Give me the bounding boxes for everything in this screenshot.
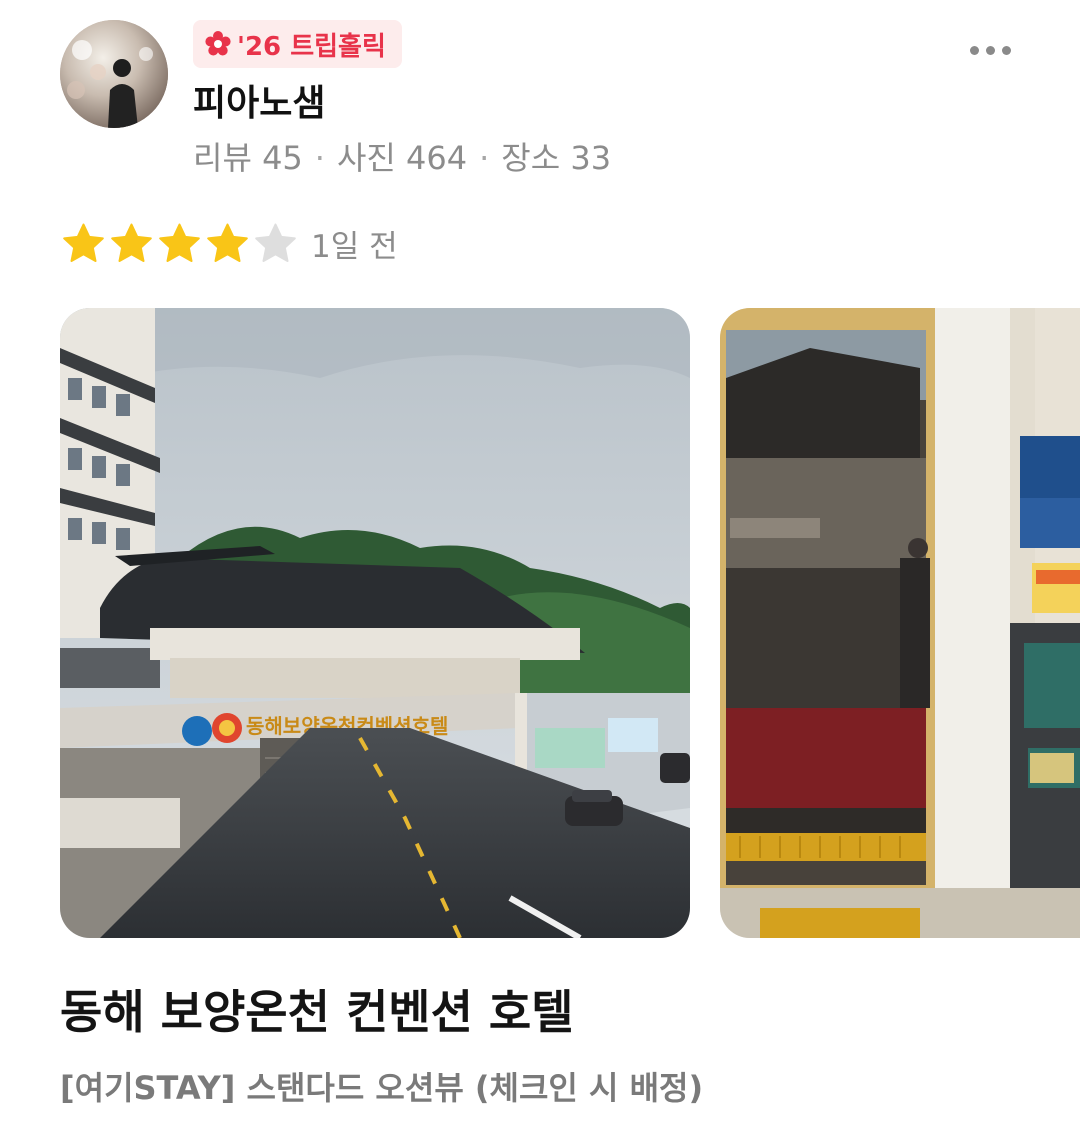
star-icon bbox=[158, 222, 201, 265]
more-dots-icon bbox=[985, 45, 995, 55]
badge-label: '26 트립홀릭 bbox=[237, 31, 386, 62]
star-icon bbox=[110, 222, 153, 265]
place-name[interactable]: 동해 보양온천 컨벤션 호텔 bbox=[60, 982, 574, 1042]
reviewer-name[interactable]: 피아노샘 bbox=[193, 80, 325, 128]
trip-holic-badge: '26 트립홀릭 bbox=[193, 20, 402, 68]
stat-reviews-label: 리뷰 bbox=[193, 139, 252, 177]
more-options-button[interactable] bbox=[958, 30, 1022, 70]
room-type: [여기STAY] 스탠다드 오션뷰 (체크인 시 배정) bbox=[60, 1069, 704, 1107]
review-photo-1[interactable]: 동해보양온천컨벤션호텔 bbox=[60, 308, 690, 938]
stat-places-value: 33 bbox=[570, 139, 612, 177]
star-icon bbox=[206, 222, 249, 265]
reviewer-stats: 리뷰 45 · 사진 464 · 장소 33 bbox=[193, 136, 611, 180]
review-photo-2[interactable] bbox=[720, 308, 1080, 938]
review-time: 1일 전 bbox=[311, 228, 398, 265]
stat-separator: · bbox=[314, 139, 325, 177]
stat-separator: · bbox=[479, 139, 490, 177]
review-rating: 1일 전 bbox=[62, 218, 398, 268]
reviewer-avatar[interactable] bbox=[60, 20, 168, 128]
flower-badge-icon bbox=[205, 31, 231, 57]
stat-photos-value: 464 bbox=[406, 139, 468, 177]
star-rating bbox=[62, 222, 297, 265]
more-dots-icon bbox=[969, 45, 979, 55]
stat-reviews-value: 45 bbox=[262, 139, 303, 177]
stat-photos-label: 사진 bbox=[336, 139, 396, 177]
stat-places-label: 장소 bbox=[501, 139, 561, 177]
star-icon bbox=[254, 222, 297, 265]
more-dots-icon bbox=[1001, 45, 1011, 55]
star-icon bbox=[62, 222, 105, 265]
